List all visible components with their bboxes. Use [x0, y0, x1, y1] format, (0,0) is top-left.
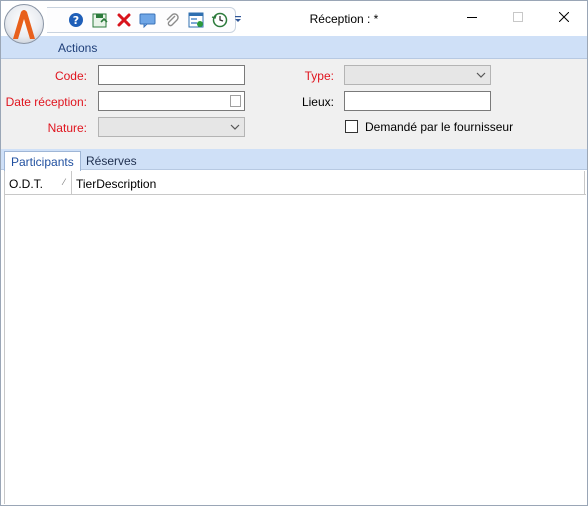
code-input[interactable]	[98, 65, 245, 85]
form-add-icon[interactable]	[185, 9, 207, 31]
column-header-tierdescription[interactable]: TierDescription	[72, 171, 585, 195]
reception-window: ? Réception : * Actions Code: Date récep…	[0, 0, 588, 506]
close-button[interactable]	[541, 1, 587, 33]
close-icon	[559, 12, 569, 22]
comment-icon[interactable]	[137, 9, 159, 31]
save-close-icon[interactable]	[89, 9, 111, 31]
type-select[interactable]	[344, 65, 491, 85]
lieux-label: Lieux:	[301, 95, 334, 109]
nature-select[interactable]	[98, 117, 245, 137]
minimize-button[interactable]	[449, 1, 495, 33]
ribbon: Actions	[1, 36, 587, 59]
sort-icon: ⁄	[63, 177, 65, 187]
ribbon-tab-actions[interactable]: Actions	[58, 41, 97, 55]
code-label: Code:	[54, 69, 87, 83]
lieux-input[interactable]	[344, 91, 491, 111]
svg-text:?: ?	[73, 14, 79, 27]
maximize-icon	[513, 12, 523, 22]
tab-reserves[interactable]: Réserves	[80, 151, 143, 171]
column-header-odt-label: O.D.T.	[9, 177, 44, 191]
demande-fournisseur-label: Demandé par le fournisseur	[365, 120, 514, 134]
delete-icon[interactable]	[113, 9, 135, 31]
reception-form: Code: Date réception: Nature: Type: Lieu…	[1, 59, 587, 149]
nature-label: Nature:	[47, 121, 87, 135]
maximize-button[interactable]	[495, 1, 541, 33]
quick-access-toolbar: ?	[47, 7, 236, 33]
title-bar: ? Réception : *	[1, 1, 587, 36]
demande-fournisseur-checkbox[interactable]	[345, 120, 358, 133]
minimize-icon	[467, 17, 477, 18]
date-reception-label: Date réception:	[5, 95, 87, 109]
help-icon[interactable]: ?	[65, 9, 87, 31]
app-logo-icon	[13, 10, 35, 39]
tab-participants[interactable]: Participants	[4, 151, 81, 171]
chevron-down-icon	[476, 72, 486, 78]
chevron-down-icon	[230, 124, 240, 130]
detail-tabs: Participants Réserves	[1, 149, 587, 171]
type-label: Type:	[304, 69, 334, 83]
calendar-icon[interactable]	[230, 95, 241, 107]
column-header-odt[interactable]: O.D.T. ⁄	[5, 171, 72, 195]
application-menu-button[interactable]	[4, 4, 44, 44]
column-header-tierdescription-label: TierDescription	[76, 177, 157, 191]
grid-header: O.D.T. ⁄ TierDescription	[5, 171, 586, 195]
date-reception-input[interactable]	[98, 91, 245, 111]
attachment-icon[interactable]	[161, 9, 183, 31]
chevron-down-icon[interactable]	[232, 13, 244, 25]
history-icon[interactable]	[209, 9, 231, 31]
participants-grid: O.D.T. ⁄ TierDescription	[4, 171, 586, 504]
